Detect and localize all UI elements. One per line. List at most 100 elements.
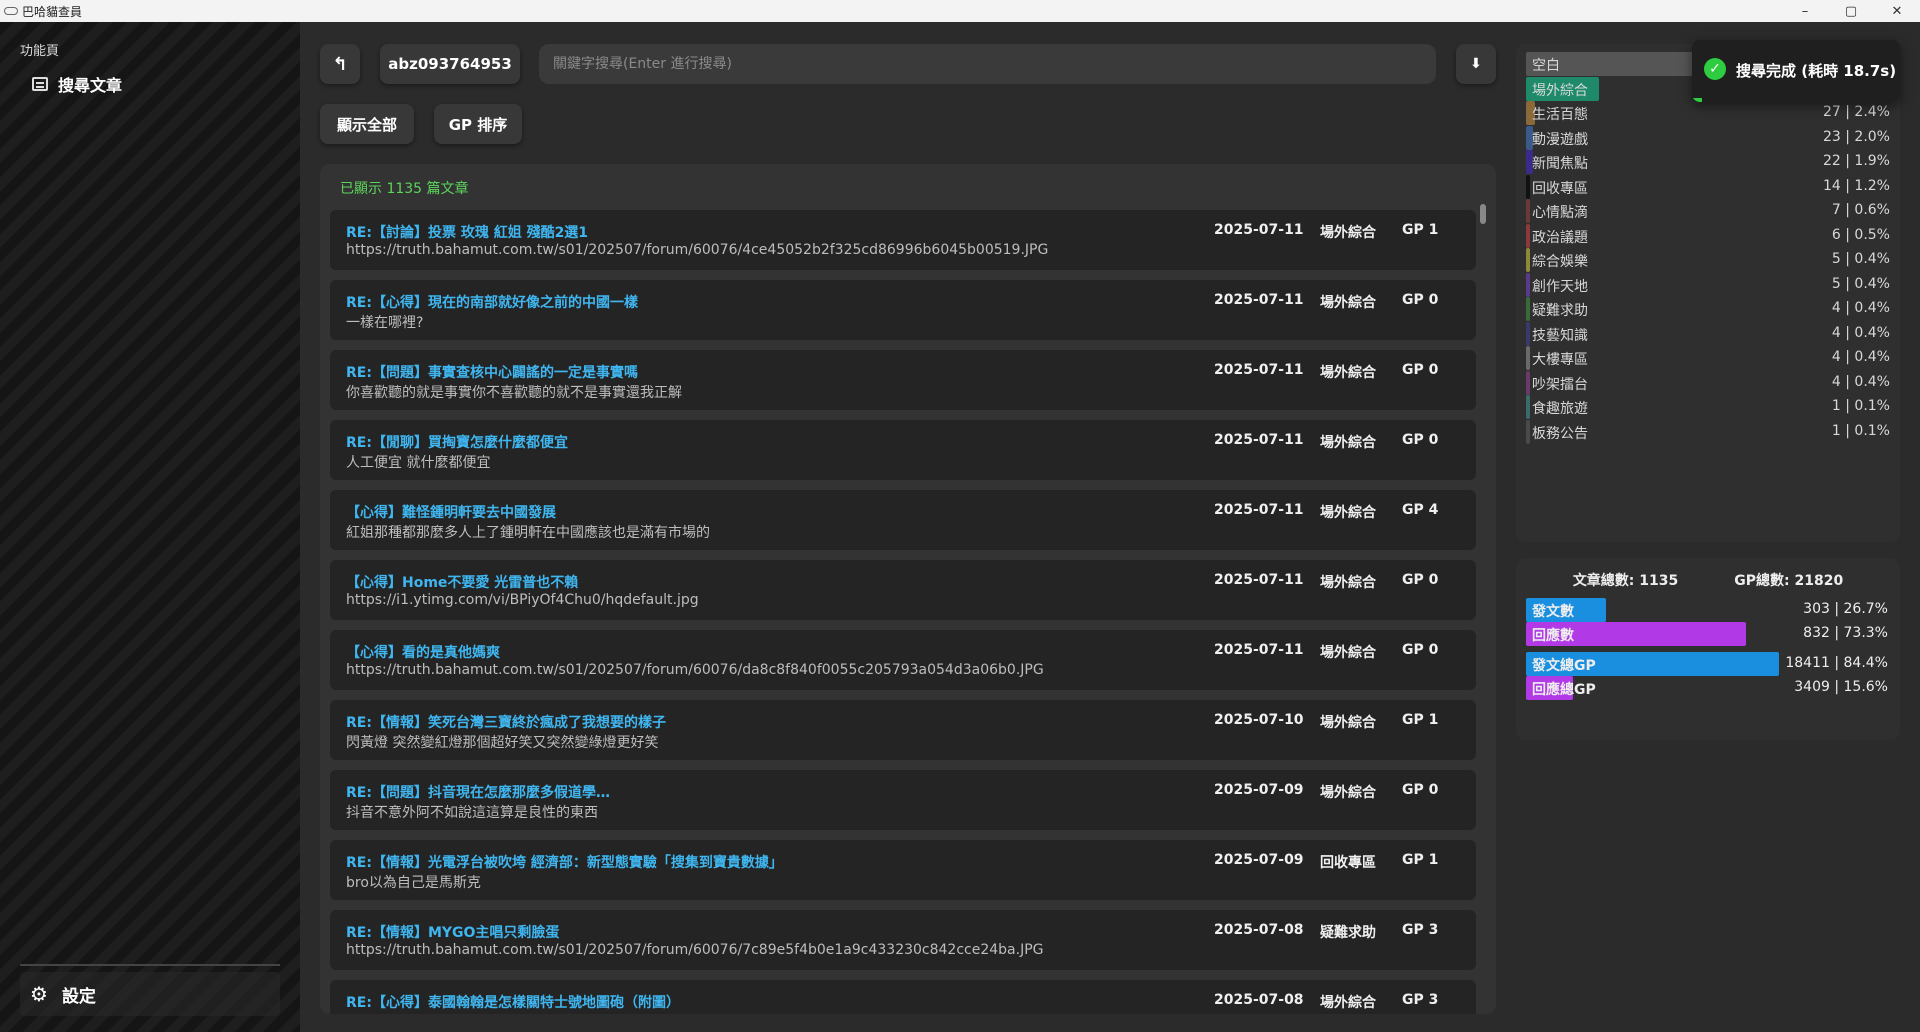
article-title[interactable]: RE:【情報】笑死台灣三寶終於瘋成了我想要的樣子 [346, 712, 666, 732]
board-stat-row: 新聞焦點 22 | 1.9% [1526, 150, 1890, 174]
app-icon [4, 7, 18, 15]
board-stat-label: 生活百態 [1532, 107, 1588, 123]
article-date: 2025-07-11 [1214, 432, 1304, 448]
list-item[interactable]: RE:【討論】投票 玫瑰 紅姐 殘酷2選1 https://truth.baham… [330, 210, 1476, 270]
article-title[interactable]: RE:【情報】光電浮台被吹垮 經濟部：新型態實驗「搜集到寶貴數據」 [346, 852, 783, 872]
summary-label: 回應總GP [1532, 682, 1596, 698]
article-title[interactable]: 【心得】看的是真他媽爽 [346, 642, 500, 662]
list-item[interactable]: RE:【心得】泰國翰翰是怎樣關特士號地圖砲（附圖） 2025-07-08 場外綜合 G… [330, 980, 1476, 1014]
article-title[interactable]: RE:【討論】投票 玫瑰 紅姐 殘酷2選1 [346, 222, 588, 242]
article-date: 2025-07-11 [1214, 502, 1304, 518]
list-item[interactable]: RE:【情報】笑死台灣三寶終於瘋成了我想要的樣子 閃黃燈 突然變紅燈那個超好笑又突… [330, 700, 1476, 760]
article-date: 2025-07-11 [1214, 292, 1304, 308]
total-gp: GP總數: 21820 [1734, 573, 1844, 589]
article-gp: GP 0 [1402, 292, 1439, 308]
list-item[interactable]: 【心得】Home不要愛 光雷普也不賴 https://i1.ytimg.com/v… [330, 560, 1476, 620]
board-stat-bar [1526, 370, 1530, 395]
article-board: 場外綜合 [1320, 295, 1376, 311]
board-stats-panel: 空白 場外綜合 生活百態 27 | 2.4% 動漫遊戲 23 | 2.0% 新聞焦點 22 | 1.… [1516, 44, 1900, 542]
article-gp: GP 4 [1402, 502, 1439, 518]
board-stat-percent: 2.0% [1854, 128, 1890, 145]
article-board: 場外綜合 [1320, 435, 1376, 451]
settings-button[interactable]: ⚙ 設定 [20, 972, 280, 1016]
list-item[interactable]: RE:【情報】光電浮台被吹垮 經濟部：新型態實驗「搜集到寶貴數據」 bro以為自己… [330, 840, 1476, 900]
article-title[interactable]: RE:【情報】MYGO主唱只剩臉蛋 [346, 922, 559, 942]
list-item[interactable]: RE:【情報】MYGO主唱只剩臉蛋 https://truth.bahamut.c… [330, 910, 1476, 970]
board-stat-count: 5 | [1831, 275, 1850, 292]
board-stat-row: 疑難求助 4 | 0.4% [1526, 297, 1890, 321]
board-stat-label: 回收專區 [1532, 180, 1588, 197]
window-title: 巴哈貓查員 [22, 4, 83, 19]
board-stat-count: 5 | [1831, 251, 1850, 267]
article-date: 2025-07-11 [1214, 572, 1304, 588]
board-stat-bar [1526, 346, 1530, 370]
board-stat-bar [1526, 395, 1530, 419]
username-button[interactable]: abz093764953 [380, 44, 520, 84]
board-stat-percent: 0.4% [1854, 373, 1890, 390]
board-stat-percent: 2.4% [1854, 104, 1890, 120]
article-title[interactable]: 【心得】Home不要愛 光雷普也不賴 [346, 572, 578, 592]
article-board: 場外綜合 [1320, 645, 1376, 661]
article-title[interactable]: RE:【問題】抖音現在怎麼那麼多假道學… [346, 782, 610, 802]
article-date: 2025-07-11 [1214, 642, 1304, 658]
article-title[interactable]: RE:【心得】泰國翰翰是怎樣關特士號地圖砲（附圖） [346, 992, 680, 1012]
search-input[interactable] [539, 44, 1436, 84]
article-title[interactable]: RE:【閒聊】買掏寶怎麼什麼都便宜 [346, 432, 568, 452]
board-stat-percent: 0.4% [1854, 300, 1890, 316]
board-stat-label: 政治議題 [1532, 229, 1588, 246]
board-stat-count: 27 | [1823, 104, 1850, 120]
close-button[interactable]: ✕ [1874, 0, 1920, 22]
sidebar-item-search-articles[interactable]: 搜尋文章 [32, 70, 122, 98]
summary-row: 發文總GP 18411 | 84.4% [1526, 652, 1888, 676]
board-stat-percent: 0.1% [1854, 398, 1890, 414]
board-stat-count: 4 | [1831, 373, 1850, 390]
maximize-button[interactable]: ▢ [1828, 0, 1874, 22]
board-stat-percent: 0.5% [1854, 226, 1890, 243]
board-stat-row: 吵架擂台 4 | 0.4% [1526, 370, 1890, 395]
list-item[interactable]: 【心得】看的是真他媽爽 https://truth.bahamut.com.tw/… [330, 630, 1476, 690]
summary-value: 303 | 26.7% [1803, 601, 1888, 617]
summary-totals: 文章總數: 1135 GP總數: 21820 [1516, 570, 1900, 590]
download-icon: ⬇ [1470, 56, 1482, 72]
list-item[interactable]: RE:【問題】抖音現在怎麼那麼多假道學… 抖音不意外阿不如說這這算是良性的東西 20… [330, 770, 1476, 830]
board-stat-label: 綜合娛樂 [1532, 254, 1588, 270]
toast-message: 搜尋完成 (耗時 18.7s) [1736, 62, 1897, 80]
board-stat-count: 23 | [1823, 128, 1850, 145]
article-board: 疑難求助 [1320, 925, 1376, 941]
download-button[interactable]: ⬇ [1456, 44, 1496, 84]
article-title[interactable]: RE:【問題】事實查核中心闢謠的一定是事實嗎 [346, 362, 638, 382]
gp-sort-button[interactable]: GP 排序 [434, 104, 522, 144]
summary-label: 回應數 [1532, 628, 1574, 644]
summary-row: 回應數 832 | 73.3% [1526, 622, 1888, 646]
board-stat-percent: 0.6% [1854, 202, 1890, 218]
article-board: 回收專區 [1320, 855, 1376, 871]
search-complete-toast[interactable]: ✓ 搜尋完成 (耗時 18.7s) [1692, 40, 1900, 102]
board-stat-percent: 1.9% [1854, 153, 1890, 169]
article-gp: GP 0 [1402, 782, 1439, 798]
article-gp: GP 0 [1402, 432, 1439, 448]
list-item[interactable]: RE:【閒聊】買掏寶怎麼什麼都便宜 人工便宜 就什麼都便宜 2025-07-11 場外… [330, 420, 1476, 480]
article-snippet: 抖音不意外阿不如說這這算是良性的東西 [346, 805, 598, 821]
list-item[interactable]: 【心得】難怪鍾明軒要去中國發展 紅姐那種都那麼多人上了鍾明軒在中國應該也是滿有市場… [330, 490, 1476, 550]
article-gp: GP 0 [1402, 572, 1439, 588]
list-item[interactable]: RE:【心得】現在的南部就好像之前的中國一樣 一樣在哪裡? 2025-07-11 場外… [330, 280, 1476, 340]
show-all-button[interactable]: 顯示全部 [320, 104, 414, 144]
board-stat-row: 大樓專區 4 | 0.4% [1526, 346, 1890, 370]
list-item[interactable]: RE:【問題】事實查核中心闢謠的一定是事實嗎 你喜歡聽的就是事實你不喜歡聽的就不是… [330, 350, 1476, 410]
article-board: 場外綜合 [1320, 505, 1376, 521]
back-button[interactable]: ↰ [320, 44, 360, 84]
article-snippet: bro以為自己是馬斯克 [346, 875, 481, 891]
board-stat-count: 4 | [1831, 300, 1850, 316]
board-stat-bar [1526, 248, 1530, 272]
minimize-button[interactable]: – [1782, 0, 1828, 22]
list-scrollbar[interactable] [1480, 204, 1486, 224]
article-list-icon [32, 77, 48, 91]
board-stat-label: 大樓專區 [1532, 352, 1588, 368]
article-gp: GP 1 [1402, 712, 1439, 728]
article-title[interactable]: 【心得】難怪鍾明軒要去中國發展 [346, 502, 556, 522]
article-title[interactable]: RE:【心得】現在的南部就好像之前的中國一樣 [346, 292, 638, 312]
summary-label: 發文數 [1532, 604, 1574, 620]
board-stat-count: 1 | [1831, 422, 1850, 439]
sidebar: 功能頁 搜尋文章 ⚙ 設定 [0, 22, 300, 1032]
board-stat-row: 創作天地 5 | 0.4% [1526, 272, 1890, 297]
